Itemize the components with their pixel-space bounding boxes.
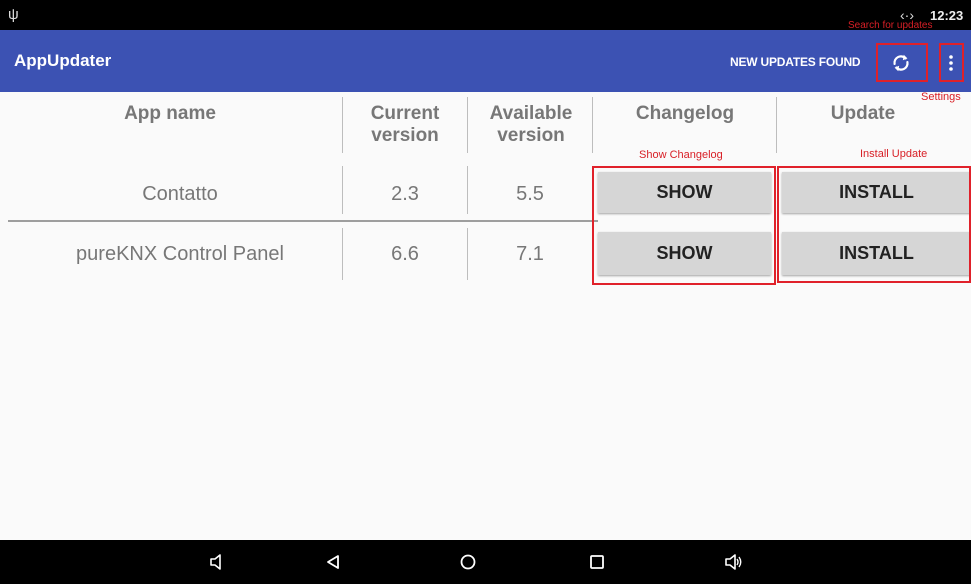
divider — [467, 166, 468, 214]
install-annotation-label: Install Update — [860, 148, 928, 160]
app-title: AppUpdater — [14, 51, 112, 70]
install-annotation-box — [777, 166, 971, 283]
table-row-1-available: 5.5 — [516, 183, 544, 205]
divider — [776, 97, 777, 153]
divider — [592, 97, 593, 153]
divider — [342, 228, 343, 280]
table-row-2-name: pureKNX Control Panel — [76, 243, 284, 265]
table-row-2-available: 7.1 — [516, 243, 544, 265]
table-row-2-current: 6.6 — [391, 243, 419, 265]
settings-annotation-box — [939, 43, 964, 82]
home-icon[interactable] — [456, 550, 480, 574]
search-annotation-label: Search for updates — [848, 20, 933, 31]
table-row-1-name: Contatto — [142, 183, 218, 205]
divider — [342, 97, 343, 153]
volume-up-icon[interactable] — [722, 550, 746, 574]
divider — [342, 166, 343, 214]
app-bar: AppUpdater NEW UPDATES FOUND — [0, 30, 971, 92]
search-annotation-box — [876, 43, 928, 82]
back-icon[interactable] — [321, 550, 345, 574]
status-time: 12:23 — [930, 8, 964, 23]
changelog-annotation-box — [592, 166, 776, 285]
row-separator — [8, 220, 598, 222]
header-update: Update — [830, 103, 896, 124]
divider — [467, 97, 468, 153]
divider — [467, 228, 468, 280]
usb-icon: ψ — [8, 6, 19, 23]
table-row-1-current: 2.3 — [391, 183, 419, 205]
navigation-bar — [0, 540, 971, 584]
status-bar: ψ ‹·› 12:23 — [0, 0, 971, 30]
updates-status: NEW UPDATES FOUND — [730, 55, 861, 69]
header-current-version: Current version — [370, 103, 440, 146]
settings-annotation-label: Settings — [921, 91, 961, 103]
header-available-version: Available version — [489, 103, 573, 146]
header-changelog: Changelog — [635, 103, 735, 124]
volume-down-icon[interactable] — [205, 550, 229, 574]
changelog-annotation-label: Show Changelog — [639, 149, 723, 161]
recents-icon[interactable] — [585, 550, 609, 574]
header-app-name: App name — [124, 103, 216, 124]
